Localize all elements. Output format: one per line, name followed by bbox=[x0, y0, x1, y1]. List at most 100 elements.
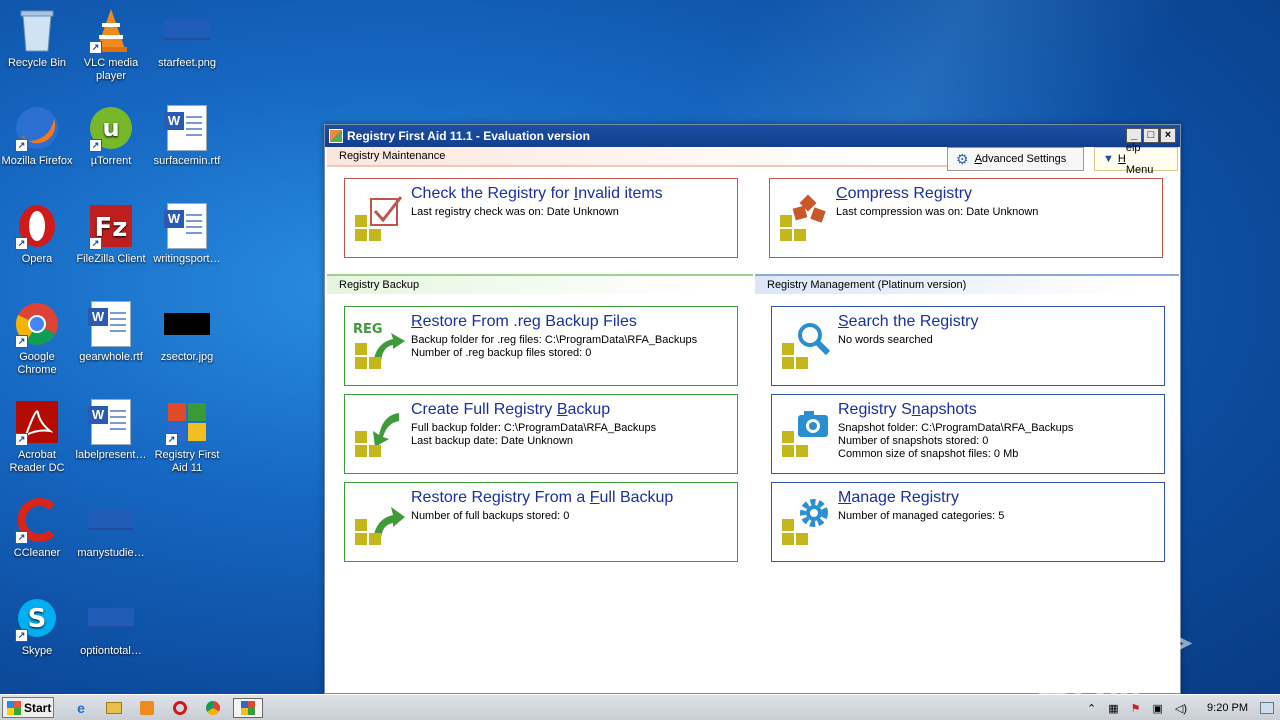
shortcut-arrow-icon: ↗ bbox=[89, 139, 102, 152]
chrome-taskbar-icon[interactable] bbox=[202, 698, 224, 718]
desktop-icon-chrome[interactable]: ↗ Google Chrome bbox=[0, 300, 74, 377]
card-create-full-backup[interactable]: Create Full Registry Backup Full backup … bbox=[344, 394, 738, 474]
shortcut-arrow-icon: ↗ bbox=[165, 433, 178, 446]
card-title[interactable]: Search the Registry bbox=[838, 312, 1164, 332]
desktop-icon-registry-first-aid[interactable]: ↗ Registry First Aid 11 bbox=[150, 398, 224, 475]
card-title[interactable]: Compress Registry bbox=[836, 184, 1162, 204]
filezilla-icon: Fz ↗ bbox=[87, 202, 135, 250]
tray-expand-icon[interactable]: ⌃ bbox=[1087, 702, 1096, 715]
skype-icon: S ↗ bbox=[13, 594, 61, 642]
card-title[interactable]: Check the Registry for Invalid items bbox=[411, 184, 737, 204]
desktop-icon-label: FileZilla Client bbox=[76, 253, 146, 265]
desktop-icon-zsector[interactable]: zsector.jpg bbox=[150, 300, 224, 364]
desktop-icon-label: Registry First Aid 11 bbox=[154, 449, 220, 474]
desktop-icon-gearwhole[interactable]: W gearwhole.rtf bbox=[74, 300, 148, 364]
tray-app-icon[interactable]: ▦ bbox=[1108, 702, 1118, 715]
desktop-icon-filezilla[interactable]: Fz ↗ FileZilla Client bbox=[74, 202, 148, 266]
desktop-icon-opera[interactable]: ↗ Opera bbox=[0, 202, 74, 266]
desktop-icon-recycle-bin[interactable]: Recycle Bin bbox=[0, 6, 74, 70]
compress-blocks-icon bbox=[778, 193, 832, 251]
file-icon bbox=[87, 496, 135, 544]
taskbar: Start e ⌃ ▦ ⚑ ▣ ◁) 9:20 PM bbox=[0, 694, 1280, 720]
desktop-icon-firefox[interactable]: ↗ Mozilla Firefox bbox=[0, 104, 74, 168]
svg-text:u: u bbox=[102, 114, 119, 142]
desktop-icon-starfeet[interactable]: starfeet.png bbox=[150, 6, 224, 70]
dropdown-triangle-icon: ▼ bbox=[1103, 153, 1114, 165]
desktop-icon-manystudie[interactable]: manystudie… bbox=[74, 496, 148, 560]
help-menu-button[interactable]: ▼ Help Menu bbox=[1094, 142, 1178, 176]
card-title[interactable]: Manage Registry bbox=[838, 488, 1164, 508]
svg-text:S: S bbox=[28, 604, 47, 634]
media-player-icon[interactable] bbox=[136, 698, 158, 718]
reg-file-arrow-icon: REG bbox=[353, 321, 407, 379]
desktop-icon-surfacemin[interactable]: W surfacemin.rtf bbox=[150, 104, 224, 168]
app-icon bbox=[329, 129, 343, 143]
card-title[interactable]: Create Full Registry Backup bbox=[411, 400, 737, 420]
shortcut-arrow-icon: ↗ bbox=[15, 335, 28, 348]
file-icon bbox=[87, 594, 135, 642]
ie-icon[interactable]: e bbox=[70, 698, 92, 718]
card-detail: Number of full backups stored: 0 bbox=[411, 510, 570, 522]
desktop-icon-label: VLC media player bbox=[83, 57, 139, 82]
desktop-icon-label: Mozilla Firefox bbox=[1, 155, 73, 167]
desktop-icon-utorrent[interactable]: u ↗ µTorrent bbox=[74, 104, 148, 168]
cog-icon bbox=[780, 497, 834, 555]
card-title[interactable]: Registry Snapshots bbox=[838, 400, 1164, 420]
word-document-icon: W bbox=[163, 104, 211, 152]
explorer-folder-icon[interactable] bbox=[103, 698, 125, 718]
show-desktop-button[interactable] bbox=[1260, 702, 1274, 714]
advanced-settings-button[interactable]: ⚙ Advanced Settings bbox=[947, 147, 1084, 171]
card-title[interactable]: Restore Registry From a Full Backup bbox=[411, 488, 737, 508]
desktop-icon-optiontotal[interactable]: optiontotal… bbox=[74, 594, 148, 658]
tray-network-icon[interactable]: ▣ bbox=[1153, 702, 1163, 715]
card-detail: Snapshot folder: C:\ProgramData\RFA_Back… bbox=[838, 422, 1074, 434]
desktop-icon-label: optiontotal… bbox=[80, 645, 142, 657]
vlc-cone-icon: ↗ bbox=[87, 6, 135, 54]
desktop-icon-vlc[interactable]: ↗ VLC media player bbox=[74, 6, 148, 83]
card-restore-full-backup[interactable]: Restore Registry From a Full Backup Numb… bbox=[344, 482, 738, 562]
card-registry-snapshots[interactable]: Registry Snapshots Snapshot folder: C:\P… bbox=[771, 394, 1165, 474]
image-file-icon bbox=[163, 6, 211, 54]
tray-flag-icon[interactable]: ⚑ bbox=[1131, 702, 1141, 715]
window-titlebar[interactable]: Registry First Aid 11.1 - Evaluation ver… bbox=[325, 125, 1180, 147]
shortcut-arrow-icon: ↗ bbox=[15, 531, 28, 544]
desktop-icon-ccleaner[interactable]: ↗ CCleaner bbox=[0, 496, 74, 560]
svg-text:REG: REG bbox=[353, 322, 383, 337]
card-check-registry[interactable]: Check the Registry for Invalid items Las… bbox=[344, 178, 738, 258]
card-detail: No words searched bbox=[838, 334, 933, 346]
restore-arrow-icon bbox=[353, 497, 407, 555]
clock[interactable]: 9:20 PM bbox=[1207, 702, 1248, 714]
advanced-settings-label: dvanced Settings bbox=[981, 153, 1067, 165]
card-manage-registry[interactable]: Manage Registry Number of managed catego… bbox=[771, 482, 1165, 562]
opera-taskbar-icon[interactable] bbox=[169, 698, 191, 718]
desktop-icon-skype[interactable]: S ↗ Skype bbox=[0, 594, 74, 658]
recycle-bin-icon bbox=[13, 6, 61, 54]
shortcut-arrow-icon: ↗ bbox=[89, 41, 102, 54]
card-detail: Last registry check was on: Date Unknown bbox=[411, 206, 619, 218]
chrome-icon: ↗ bbox=[13, 300, 61, 348]
card-detail: Number of snapshots stored: 0 bbox=[838, 435, 989, 447]
card-restore-reg-backup[interactable]: REG Restore From .reg Backup Files Backu… bbox=[344, 306, 738, 386]
utorrent-icon: u ↗ bbox=[87, 104, 135, 152]
desktop-icon-acrobat[interactable]: ↗ Acrobat Reader DC bbox=[0, 398, 74, 475]
registry-first-aid-icon: ↗ bbox=[163, 398, 211, 446]
card-search-registry[interactable]: Search the Registry No words searched bbox=[771, 306, 1165, 386]
section-header-management: Registry Management (Platinum version) bbox=[755, 274, 1179, 294]
shortcut-arrow-icon: ↗ bbox=[15, 433, 28, 446]
window-title: Registry First Aid 11.1 - Evaluation ver… bbox=[347, 129, 590, 143]
card-detail: Number of managed categories: 5 bbox=[838, 510, 1005, 522]
ccleaner-icon: ↗ bbox=[13, 496, 61, 544]
desktop-icon-label: Recycle Bin bbox=[7, 57, 67, 69]
card-compress-registry[interactable]: Compress Registry Last compression was o… bbox=[769, 178, 1163, 258]
acrobat-icon: ↗ bbox=[13, 398, 61, 446]
start-button[interactable]: Start bbox=[2, 697, 54, 718]
registry-first-aid-taskbar-button[interactable] bbox=[233, 698, 263, 718]
desktop-icon-writingsport[interactable]: W writingsport… bbox=[150, 202, 224, 266]
registry-first-aid-window: Registry First Aid 11.1 - Evaluation ver… bbox=[324, 124, 1181, 694]
checkbox-check-icon bbox=[353, 193, 407, 251]
desktop-icon-labelpresent[interactable]: W labelpresent… bbox=[74, 398, 148, 462]
word-document-icon: W bbox=[87, 398, 135, 446]
tray-volume-icon[interactable]: ◁) bbox=[1175, 702, 1187, 715]
card-detail: Backup folder for .reg files: C:\Program… bbox=[411, 334, 698, 346]
card-title[interactable]: Restore From .reg Backup Files bbox=[411, 312, 737, 332]
